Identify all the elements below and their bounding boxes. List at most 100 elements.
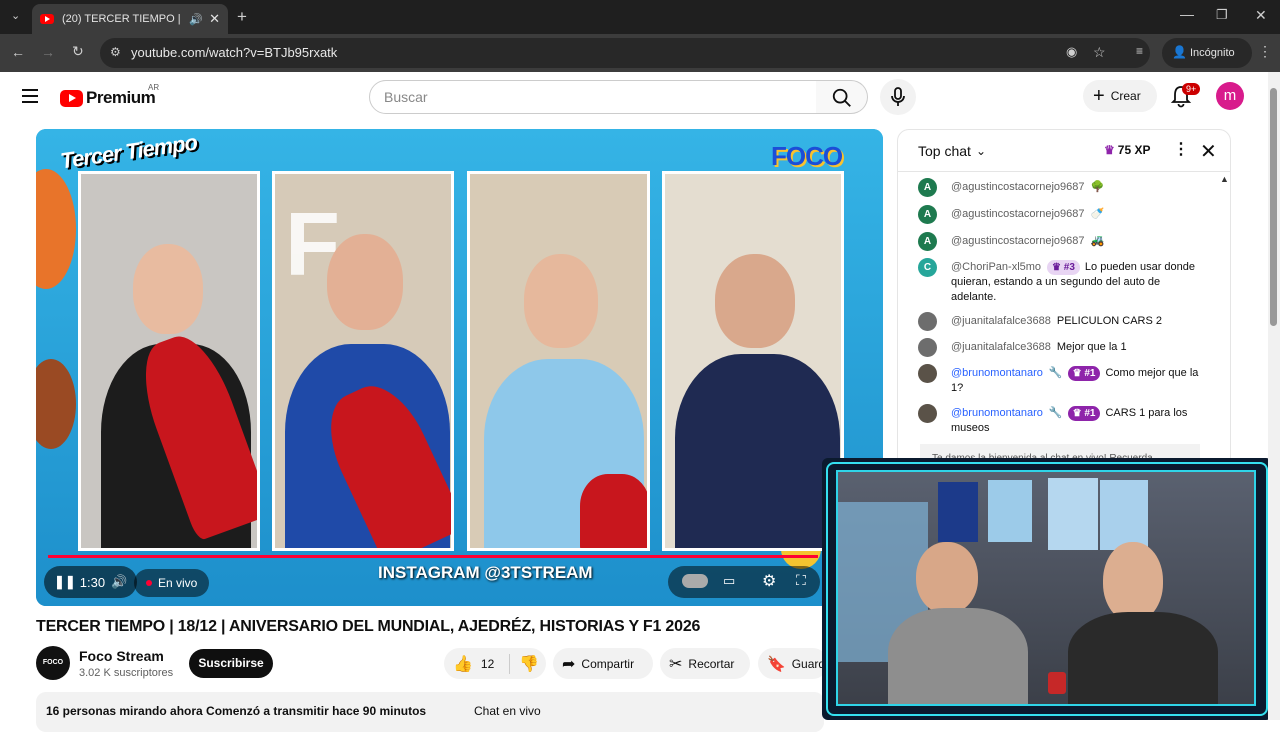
video-panel-4 — [662, 171, 844, 551]
xp-indicator[interactable]: ♛ 75 XP — [1104, 143, 1150, 157]
chat-avatar[interactable] — [918, 312, 937, 331]
channel-avatar[interactable]: FOCO — [36, 646, 70, 680]
like-button[interactable]: 👍 12 — [444, 653, 510, 674]
settings-icon[interactable]: ⚙ — [762, 571, 776, 591]
autoplay-toggle[interactable] — [682, 574, 708, 588]
volume-icon[interactable]: 🔊 — [111, 574, 127, 590]
chat-author[interactable]: @brunomontanaro — [951, 407, 1043, 419]
live-chat-label: Chat en vivo — [474, 704, 541, 718]
chat-more-icon[interactable]: ⋮ — [1173, 142, 1189, 158]
chat-message: A @agustincostacornejo9687 🌳 — [918, 178, 1208, 197]
subscribe-button[interactable]: Suscribirse — [189, 649, 273, 678]
pause-icon[interactable]: ❚❚ — [54, 574, 76, 590]
live-chat-bar[interactable]: Chat en vivo — [462, 692, 824, 732]
new-tab-icon[interactable]: + — [237, 7, 247, 27]
close-window-icon[interactable]: ✕ — [1255, 7, 1267, 24]
star-icon[interactable]: ☆ — [1093, 44, 1106, 61]
chat-rank-badge: ♛ #1 — [1067, 406, 1101, 421]
chat-avatar[interactable] — [918, 364, 937, 383]
youtube-logo[interactable]: Premium AR — [60, 83, 159, 108]
chat-close-icon[interactable]: ✕ — [1200, 139, 1217, 164]
browser-toolbar: ← → ↻ ⚙ youtube.com/watch?v=BTJb95rxatk … — [0, 34, 1280, 72]
search-button[interactable] — [816, 80, 868, 114]
fullscreen-icon[interactable]: ⛶ — [796, 572, 806, 589]
youtube-favicon — [40, 14, 54, 24]
channel-name[interactable]: Foco Stream — [79, 648, 164, 664]
more-icon[interactable]: ⋮ — [1258, 43, 1272, 60]
red-mug — [1048, 672, 1066, 694]
chat-text: Mejor que la 1 — [1056, 341, 1127, 353]
eye-off-icon[interactable]: ◉ — [1066, 44, 1077, 60]
tab-list-icon[interactable]: ⌄ — [11, 9, 20, 22]
chat-author[interactable]: @agustincostacornejo9687 — [951, 181, 1084, 193]
like-count: 12 — [480, 656, 495, 671]
chat-mode-dropdown[interactable]: Top chat ⌄ — [918, 143, 986, 159]
chat-avatar[interactable]: A — [918, 178, 937, 197]
webcam-person-2 — [1103, 542, 1163, 622]
chat-header: Top chat ⌄ ♛ 75 XP ⋮ ✕ — [898, 130, 1230, 172]
video-player[interactable]: F Tercer Tiempo FOCO INSTAGRAM @3TSTREAM… — [36, 129, 883, 606]
account-avatar[interactable]: m — [1216, 82, 1244, 110]
back-icon[interactable]: ← — [11, 44, 25, 60]
youtube-play-icon — [60, 89, 83, 107]
address-bar[interactable]: ⚙ youtube.com/watch?v=BTJb95rxatk ◉ ☆ — [100, 38, 1150, 68]
chat-author[interactable]: @ChoriPan-xl5mo — [951, 261, 1041, 273]
chat-message: C @ChoriPan-xl5mo ♛ #3 Lo pueden usar dond… — [918, 258, 1208, 305]
incognito-indicator[interactable]: 👤 Incógnito — [1162, 38, 1252, 68]
chat-avatar[interactable]: A — [918, 232, 937, 251]
share-button[interactable]: ➦ Compartir — [553, 648, 653, 679]
chat-author[interactable]: @agustincostacornejo9687 — [951, 208, 1084, 220]
minimize-icon[interactable]: — — [1180, 6, 1194, 22]
jersey-1 — [938, 482, 978, 542]
chat-avatar[interactable]: A — [918, 205, 937, 224]
chat-avatar[interactable] — [918, 338, 937, 357]
incognito-label: Incógnito — [1190, 47, 1235, 59]
share-label: Compartir — [581, 656, 635, 671]
media-control-icon[interactable]: ≡ — [1136, 44, 1143, 58]
chat-message: @juanitalafalce3688 PELICULON CARS 2 — [918, 312, 1208, 331]
crown-icon: ♛ — [1104, 143, 1115, 157]
audio-playing-icon[interactable]: 🔊 — [189, 13, 203, 26]
search-input[interactable]: Buscar — [369, 80, 817, 114]
jersey-4 — [1100, 480, 1148, 550]
thumbs-down-icon[interactable]: 👎 — [519, 654, 539, 674]
chat-avatar[interactable] — [918, 404, 937, 423]
reload-icon[interactable]: ↻ — [72, 43, 84, 60]
create-button[interactable]: + Crear — [1083, 80, 1157, 112]
menu-icon[interactable] — [22, 89, 38, 103]
webcam-overlay[interactable] — [822, 458, 1272, 720]
voice-search-button[interactable] — [880, 79, 916, 115]
site-info-icon[interactable]: ⚙ — [110, 45, 121, 59]
chat-author[interactable]: @juanitalafalce3688 — [951, 315, 1051, 327]
person-1 — [133, 244, 203, 334]
subtitles-icon[interactable]: ▭ — [723, 573, 735, 589]
progress-bar[interactable] — [48, 555, 818, 558]
rank-number: #1 — [1084, 368, 1096, 379]
webcam-person-2-shirt — [1068, 612, 1218, 704]
chat-author[interactable]: @juanitalafalce3688 — [951, 341, 1051, 353]
rank-number: #3 — [1063, 262, 1075, 273]
chat-rank-badge: ♛ #3 — [1047, 260, 1080, 275]
chat-scroll-up-icon[interactable]: ▲ — [1220, 174, 1229, 184]
person-4-shirt — [675, 354, 840, 548]
video-panel-1 — [78, 171, 260, 551]
player-right-controls: ▭ ⚙ ⛶ — [668, 566, 820, 598]
chat-author[interactable]: @agustincostacornejo9687 — [951, 235, 1084, 247]
chevron-down-icon: ⌄ — [975, 144, 986, 158]
maximize-icon[interactable]: ❐ — [1216, 7, 1228, 23]
page-scrollbar[interactable] — [1268, 72, 1280, 720]
forward-icon[interactable]: → — [41, 44, 55, 60]
jersey-2 — [988, 480, 1032, 542]
video-panel-2: F — [272, 171, 454, 551]
viewer-info: 16 personas mirando ahora Comenzó a tran… — [46, 704, 427, 718]
save-button[interactable]: 🔖 Guardar — [758, 648, 828, 679]
video-panel-3 — [467, 171, 650, 551]
scrollbar-thumb[interactable] — [1270, 88, 1277, 326]
chat-author[interactable]: @brunomontanaro — [951, 367, 1043, 379]
live-indicator[interactable]: En vivo — [134, 569, 210, 597]
browser-tab[interactable]: (20) TERCER TIEMPO | 18/1... 🔊 ✕ — [32, 4, 228, 34]
chat-avatar[interactable]: C — [918, 258, 937, 277]
clip-button[interactable]: ✂ Recortar — [660, 648, 750, 679]
close-tab-icon[interactable]: ✕ — [209, 11, 220, 27]
search-icon — [832, 88, 851, 107]
